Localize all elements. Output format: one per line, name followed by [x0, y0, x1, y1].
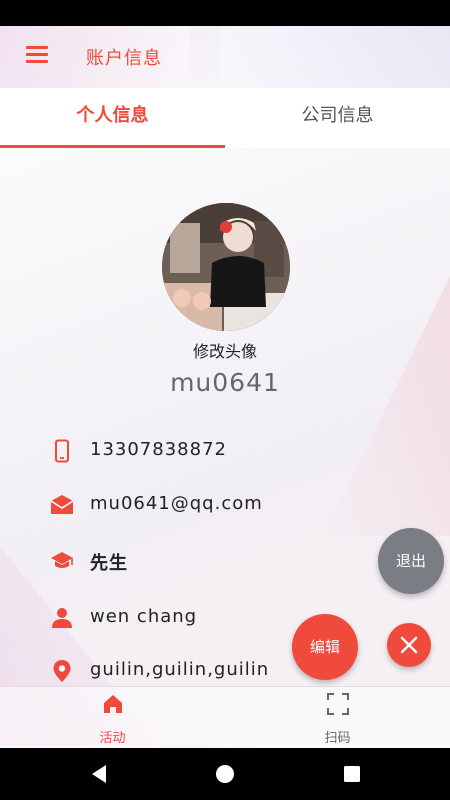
- location-icon: [53, 660, 71, 682]
- email-value: mu0641@qq.com: [90, 493, 263, 514]
- bottom-nav: 活动 扫码: [0, 686, 450, 748]
- menu-icon[interactable]: [26, 46, 48, 64]
- nav-label-scan: 扫码: [324, 731, 351, 746]
- name-value: wen chang: [90, 606, 198, 627]
- close-button[interactable]: [387, 623, 431, 667]
- info-row-location: guilin,guilin,guilin: [0, 657, 450, 687]
- graduation-cap-icon: [51, 552, 73, 568]
- close-icon: [400, 636, 418, 654]
- phone-value: 13307838872: [90, 439, 227, 460]
- tab-indicator: [0, 145, 225, 148]
- back-icon[interactable]: [88, 763, 110, 785]
- logout-button[interactable]: 退出: [378, 528, 444, 594]
- page-title: 账户信息: [86, 48, 162, 69]
- title-value: 先生: [90, 553, 128, 574]
- tab-company-info[interactable]: 公司信息: [225, 88, 450, 148]
- info-row-phone: 13307838872: [0, 437, 450, 467]
- location-value: guilin,guilin,guilin: [90, 659, 270, 680]
- email-icon: [50, 495, 74, 514]
- app-screen: 账户信息 个人信息 公司信息 修改头像 mu0641 13307838872 m…: [0, 26, 450, 748]
- avatar[interactable]: [162, 203, 290, 331]
- nav-label-activity: 活动: [99, 731, 126, 746]
- nav-item-scan[interactable]: 扫码: [225, 687, 450, 748]
- info-row-email: mu0641@qq.com: [0, 491, 450, 521]
- tab-personal-info[interactable]: 个人信息: [0, 88, 225, 148]
- phone-icon: [55, 439, 69, 463]
- recent-apps-icon[interactable]: [341, 763, 363, 785]
- nav-item-activity[interactable]: 活动: [0, 687, 225, 748]
- app-bar: 账户信息: [0, 26, 450, 88]
- scan-icon: [327, 693, 349, 715]
- system-nav-bar: [0, 748, 450, 800]
- edit-button[interactable]: 编辑: [292, 614, 358, 680]
- username: mu0641: [170, 368, 280, 397]
- tab-bar: 个人信息 公司信息: [0, 88, 450, 148]
- home-circle-icon[interactable]: [214, 763, 236, 785]
- person-icon: [52, 608, 72, 628]
- info-row-name: wen chang: [0, 604, 450, 634]
- avatar-photo: [162, 203, 290, 331]
- home-icon: [104, 695, 122, 713]
- change-avatar-link[interactable]: 修改头像: [0, 338, 450, 362]
- status-bar: [0, 0, 450, 26]
